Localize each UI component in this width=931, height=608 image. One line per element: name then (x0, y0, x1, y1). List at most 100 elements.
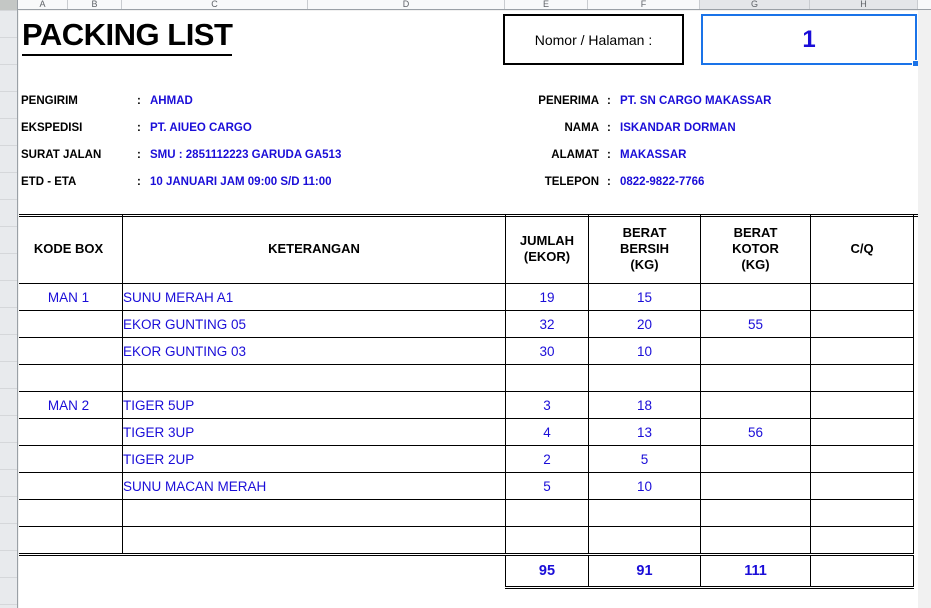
cell-jumlah[interactable] (505, 364, 589, 392)
table-row (19, 364, 914, 392)
nomor-halaman-label-cell[interactable]: Nomor / Halaman : (503, 14, 684, 65)
cell-cq[interactable] (810, 283, 914, 311)
cell-keterangan[interactable]: EKOR GUNTING 05 (122, 310, 506, 338)
receiver-info-value[interactable]: PT. SN CARGO MAKASSAR (620, 95, 771, 108)
cell-bersih[interactable]: 13 (588, 418, 701, 446)
cell-kotor[interactable] (700, 337, 811, 365)
cell-kode[interactable]: MAN 2 (19, 391, 123, 419)
cell-kotor[interactable] (700, 526, 811, 556)
cell-cq[interactable] (810, 472, 914, 500)
column-header-b[interactable]: B (68, 0, 122, 9)
nomor-halaman-value-cell[interactable]: 1 (701, 14, 917, 65)
table-header-text: BERAT (733, 225, 778, 240)
receiver-info-value[interactable]: MAKASSAR (620, 149, 686, 162)
cell-jumlah[interactable]: 3 (505, 391, 589, 419)
cell-kotor[interactable] (700, 472, 811, 500)
cell-cq[interactable] (810, 418, 914, 446)
cell-kotor[interactable]: 55 (700, 310, 811, 338)
receiver-info-label: NAMA (564, 122, 600, 134)
sender-info-value[interactable]: 10 JANUARI JAM 09:00 S/D 11:00 (150, 176, 332, 189)
column-header-e[interactable]: E (505, 0, 588, 9)
table-row (19, 526, 914, 556)
select-all-corner[interactable] (0, 0, 18, 10)
row-header-divider (0, 10, 17, 11)
cell-jumlah[interactable] (505, 499, 589, 527)
cell-cq[interactable] (810, 499, 914, 527)
cell-kode[interactable] (19, 364, 123, 392)
cell-bersih[interactable]: 5 (588, 445, 701, 473)
column-header-h[interactable]: H (810, 0, 918, 9)
cell-bersih[interactable] (588, 526, 701, 556)
cell-kode[interactable] (19, 310, 123, 338)
table-row (19, 499, 914, 527)
cell-bersih[interactable] (588, 364, 701, 392)
total-jumlah[interactable]: 95 (505, 554, 589, 589)
row-header-divider (0, 523, 17, 524)
row-header-divider (0, 388, 17, 389)
cell-kode[interactable] (19, 499, 123, 527)
sender-info-label: EKSPEDISI (21, 122, 83, 134)
cell-cq[interactable] (810, 391, 914, 419)
cell-bersih[interactable]: 10 (588, 472, 701, 500)
cell-cq[interactable] (810, 364, 914, 392)
cell-keterangan[interactable]: SUNU MACAN MERAH (122, 472, 506, 500)
cell-kotor[interactable] (700, 445, 811, 473)
cell-kotor[interactable] (700, 499, 811, 527)
cell-kode[interactable] (19, 337, 123, 365)
table-header-text: C/Q (850, 241, 874, 256)
column-header-f[interactable]: F (588, 0, 700, 9)
receiver-info-value[interactable]: 0822-9822-7766 (620, 176, 704, 189)
cell-cq[interactable] (810, 445, 914, 473)
cell-keterangan[interactable]: TIGER 2UP (122, 445, 506, 473)
cell-jumlah[interactable]: 5 (505, 472, 589, 500)
cell-keterangan[interactable]: SUNU MERAH A1 (122, 283, 506, 311)
cell-bersih[interactable]: 18 (588, 391, 701, 419)
sender-info-value[interactable]: SMU : 2851112223 GARUDA GA513 (150, 149, 341, 162)
cell-jumlah[interactable]: 32 (505, 310, 589, 338)
cell-kode[interactable] (19, 526, 123, 556)
cell-bersih[interactable] (588, 499, 701, 527)
cell-keterangan[interactable]: EKOR GUNTING 03 (122, 337, 506, 365)
cell-jumlah[interactable]: 2 (505, 445, 589, 473)
cell-keterangan[interactable] (122, 364, 506, 392)
column-header-d[interactable]: D (308, 0, 505, 9)
cell-bersih[interactable]: 20 (588, 310, 701, 338)
cell-keterangan[interactable] (122, 499, 506, 527)
cell-cq[interactable] (810, 526, 914, 556)
cell-jumlah[interactable] (505, 526, 589, 556)
cell-kotor[interactable]: 56 (700, 418, 811, 446)
total-bersih[interactable]: 91 (588, 554, 701, 589)
selection-fill-handle[interactable] (912, 60, 918, 67)
row-header-divider (0, 64, 17, 65)
column-header-a[interactable]: A (18, 0, 68, 9)
cell-bersih[interactable]: 15 (588, 283, 701, 311)
cell-kode[interactable] (19, 418, 123, 446)
cell-jumlah[interactable]: 19 (505, 283, 589, 311)
sender-info-value[interactable]: PT. AIUEO CARGO (150, 122, 252, 135)
sender-info-colon: : (137, 122, 141, 134)
table-header-text: BERAT (622, 225, 667, 240)
cell-jumlah[interactable]: 4 (505, 418, 589, 446)
total-cq[interactable] (810, 554, 914, 589)
cell-kode[interactable] (19, 472, 123, 500)
total-kotor[interactable]: 111 (700, 554, 811, 589)
row-header-divider (0, 118, 17, 119)
table-totals-row: 95 91 111 (19, 554, 914, 589)
cell-jumlah[interactable]: 30 (505, 337, 589, 365)
cell-cq[interactable] (810, 337, 914, 365)
cell-kode[interactable] (19, 445, 123, 473)
cell-bersih[interactable]: 10 (588, 337, 701, 365)
column-header-g[interactable]: G (700, 0, 810, 9)
row-header-divider (0, 469, 17, 470)
cell-keterangan[interactable]: TIGER 5UP (122, 391, 506, 419)
cell-cq[interactable] (810, 310, 914, 338)
receiver-info-value[interactable]: ISKANDAR DORMAN (620, 122, 736, 135)
cell-kotor[interactable] (700, 364, 811, 392)
cell-keterangan[interactable] (122, 526, 506, 556)
cell-kode[interactable]: MAN 1 (19, 283, 123, 311)
cell-kotor[interactable] (700, 283, 811, 311)
cell-kotor[interactable] (700, 391, 811, 419)
cell-keterangan[interactable]: TIGER 3UP (122, 418, 506, 446)
column-header-c[interactable]: C (122, 0, 308, 9)
sender-info-value[interactable]: AHMAD (150, 95, 193, 108)
